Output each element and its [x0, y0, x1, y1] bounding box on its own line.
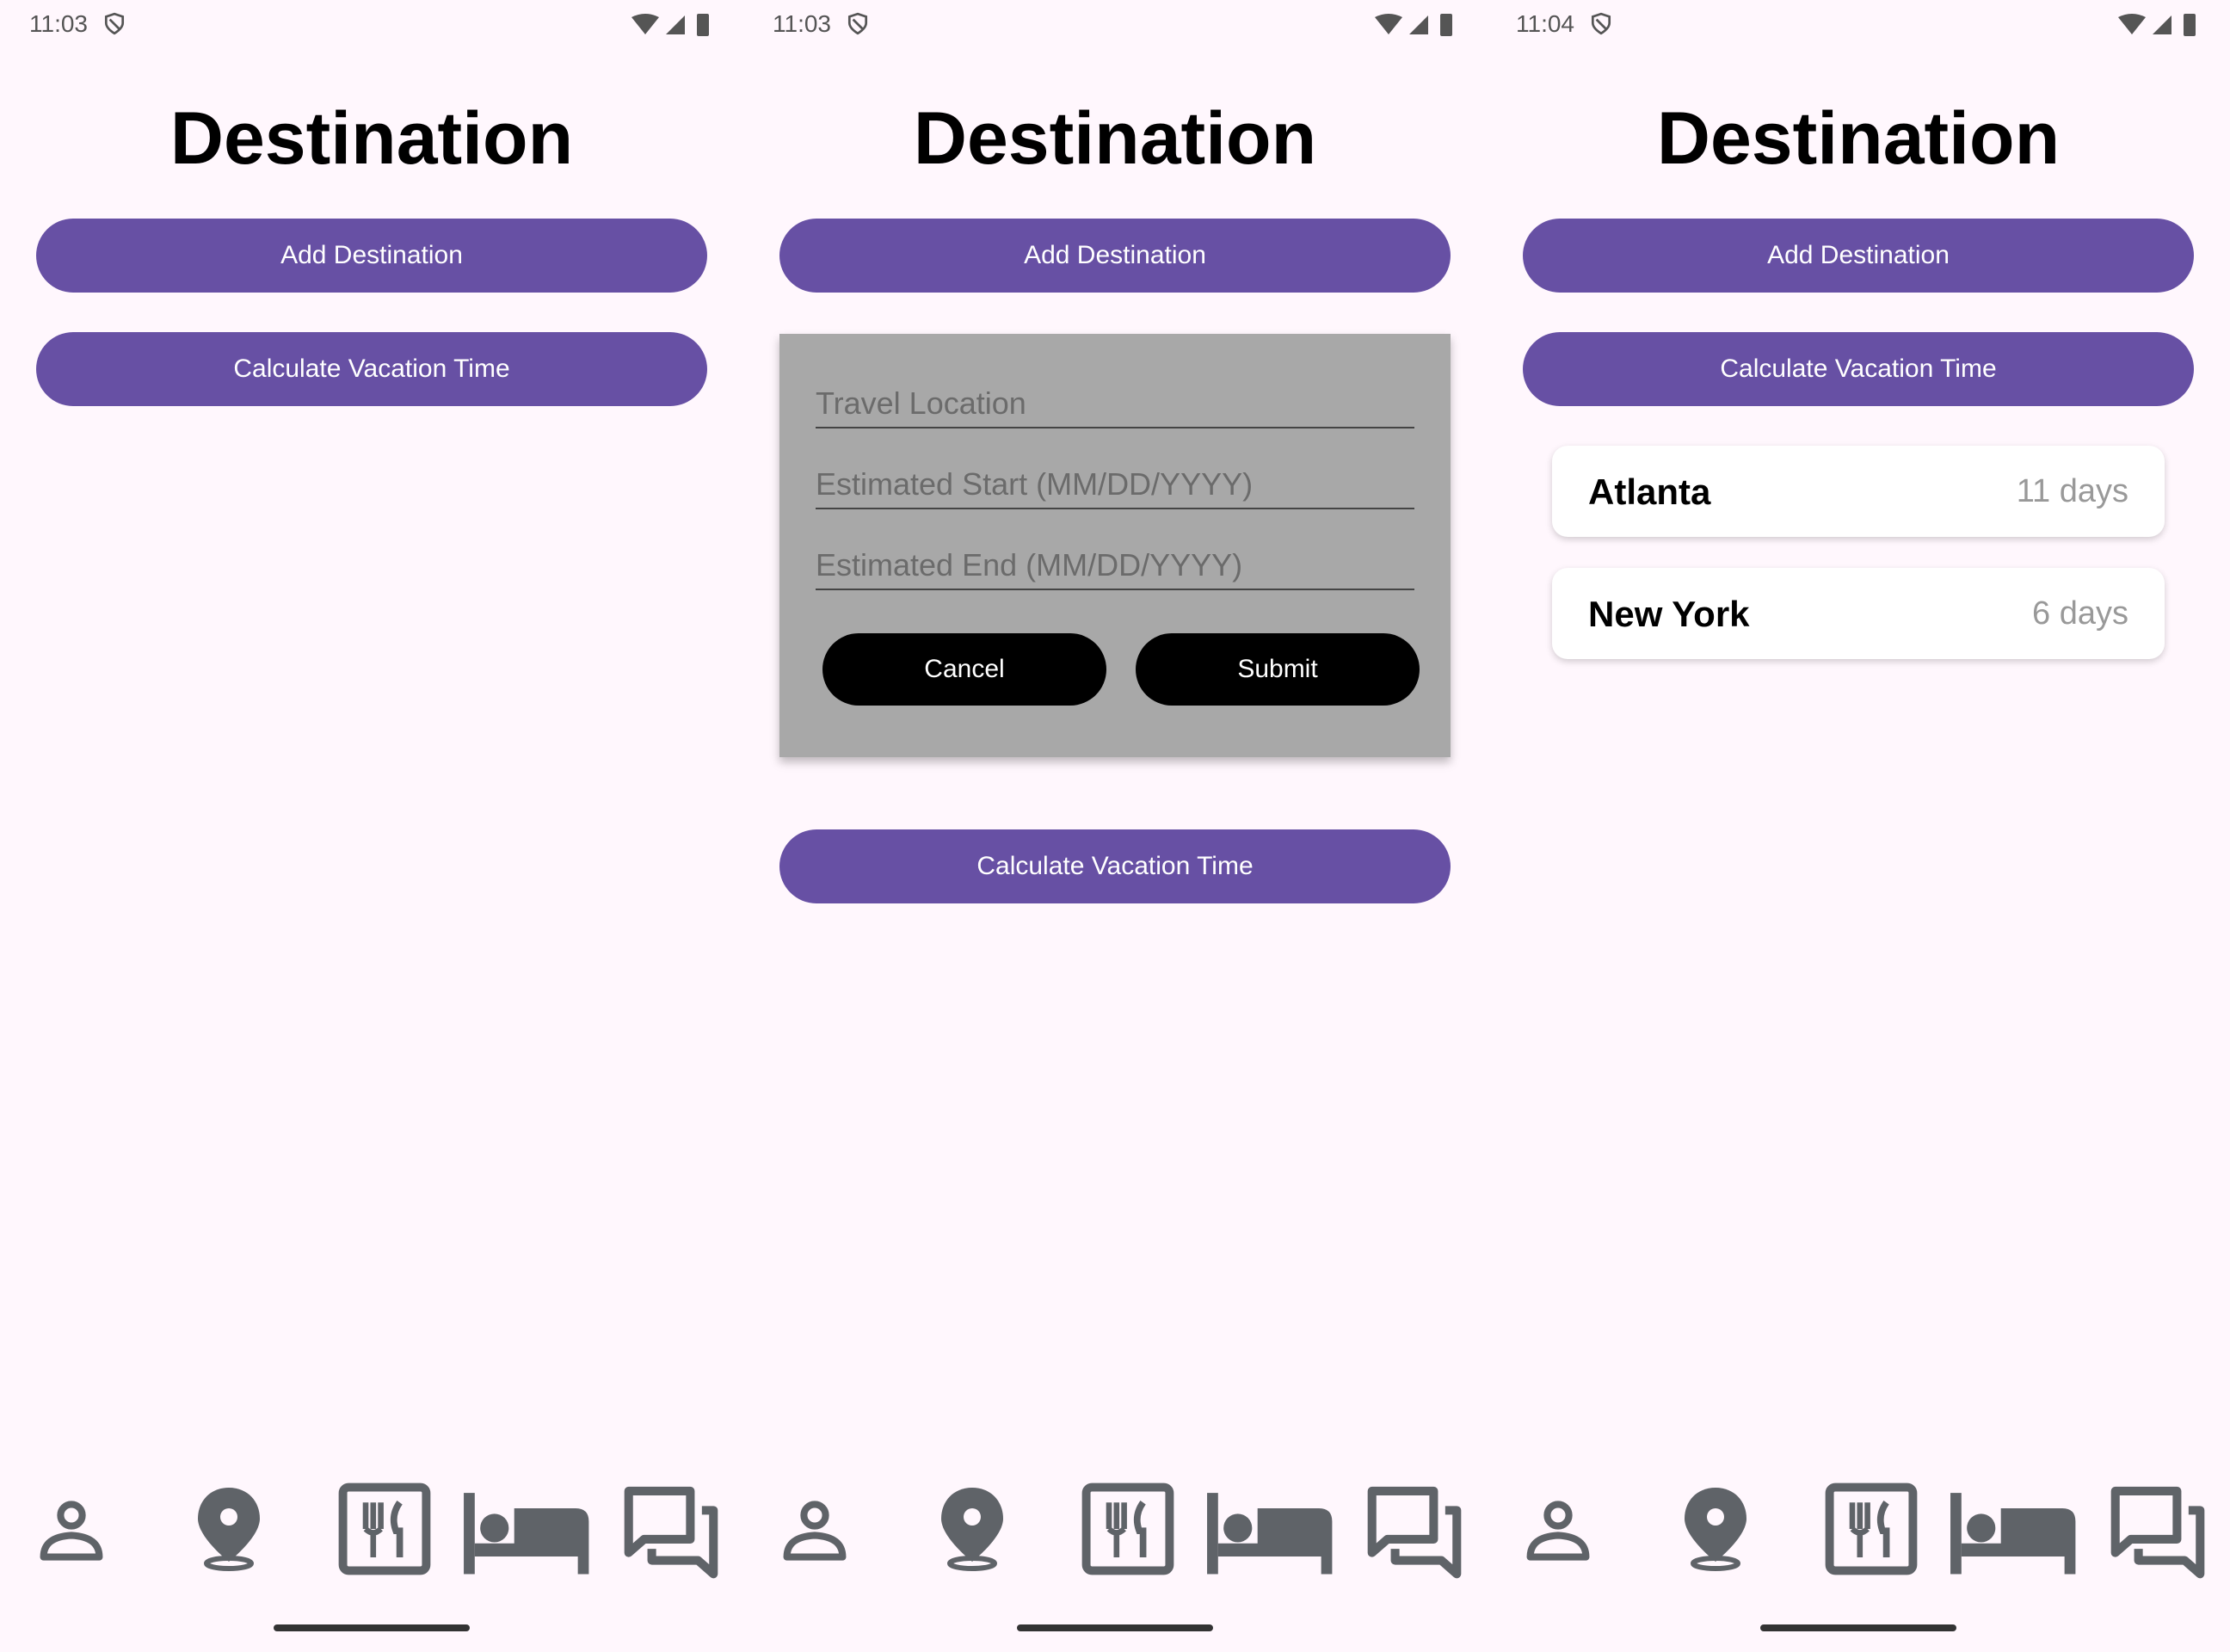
home-indicator[interactable] — [274, 1624, 470, 1631]
system-status-icons — [2118, 14, 2196, 36]
status-bar: 11:03 — [29, 5, 714, 40]
destination-card[interactable]: Atlanta 11 days — [1552, 446, 2165, 537]
status-time: 11:04 — [1516, 10, 1574, 37]
location-pin-icon[interactable] — [1672, 1471, 1759, 1583]
calculate-vacation-time-button[interactable]: Calculate Vacation Time — [1523, 332, 2194, 406]
destination-city: New York — [1588, 594, 1750, 634]
add-destination-button[interactable]: Add Destination — [36, 219, 707, 293]
page-title: Destination — [169, 97, 574, 180]
shield-icon — [847, 12, 868, 35]
location-pin-icon[interactable] — [929, 1471, 1015, 1583]
travel-location-input[interactable]: Travel Location — [816, 377, 1414, 428]
restaurant-icon[interactable] — [337, 1482, 432, 1576]
bottom-nav — [0, 1463, 743, 1600]
restaurant-icon[interactable] — [1824, 1482, 1919, 1576]
hotel-bed-icon[interactable] — [1204, 1489, 1337, 1576]
home-indicator[interactable] — [1760, 1624, 1956, 1631]
system-status-icons — [1375, 14, 1452, 36]
destination-duration: 6 days — [2032, 595, 2128, 632]
chat-icon[interactable] — [2110, 1483, 2206, 1580]
calculate-vacation-time-button[interactable]: Calculate Vacation Time — [36, 332, 707, 406]
status-time: 11:03 — [29, 10, 88, 37]
add-destination-button[interactable]: Add Destination — [779, 219, 1451, 293]
location-pin-icon[interactable] — [186, 1471, 272, 1583]
chat-icon[interactable] — [1366, 1483, 1463, 1580]
status-time: 11:03 — [773, 10, 831, 37]
page-title: Destination — [1656, 97, 2061, 180]
estimated-start-input[interactable]: Estimated Start (MM/DD/YYYY) — [816, 458, 1414, 509]
screen-results: 11:04 Destination Add Destination Calcul… — [1487, 0, 2230, 1652]
add-destination-button[interactable]: Add Destination — [1523, 219, 2194, 293]
screen-add-dialog: 11:03 Destination Add Destination Calcul… — [743, 0, 1487, 1652]
system-status-icons — [631, 14, 709, 36]
status-bar: 11:03 — [773, 5, 1457, 40]
cancel-button[interactable]: Cancel — [822, 633, 1106, 706]
shield-icon — [1591, 12, 1611, 35]
person-icon[interactable] — [33, 1492, 110, 1569]
person-icon[interactable] — [1519, 1492, 1597, 1569]
destination-city: Atlanta — [1588, 472, 1711, 512]
calculate-vacation-time-button[interactable]: Calculate Vacation Time — [779, 829, 1451, 903]
status-bar: 11:04 — [1516, 5, 2201, 40]
home-indicator[interactable] — [1017, 1624, 1213, 1631]
submit-button[interactable]: Submit — [1136, 633, 1420, 706]
bottom-nav — [743, 1463, 1487, 1600]
shield-icon — [104, 12, 125, 35]
hotel-bed-icon[interactable] — [461, 1489, 594, 1576]
restaurant-icon[interactable] — [1081, 1482, 1175, 1576]
hotel-bed-icon[interactable] — [1948, 1489, 2080, 1576]
destination-card[interactable]: New York 6 days — [1552, 568, 2165, 659]
destination-duration: 11 days — [2016, 473, 2128, 509]
add-destination-dialog: Travel Location Estimated Start (MM/DD/Y… — [779, 334, 1451, 757]
page-title: Destination — [913, 97, 1317, 180]
estimated-end-input[interactable]: Estimated End (MM/DD/YYYY) — [816, 539, 1414, 590]
person-icon[interactable] — [776, 1492, 853, 1569]
chat-icon[interactable] — [623, 1483, 719, 1580]
screen-initial: 11:03 Destination Add Destination Calcul… — [0, 0, 743, 1652]
bottom-nav — [1487, 1463, 2230, 1600]
